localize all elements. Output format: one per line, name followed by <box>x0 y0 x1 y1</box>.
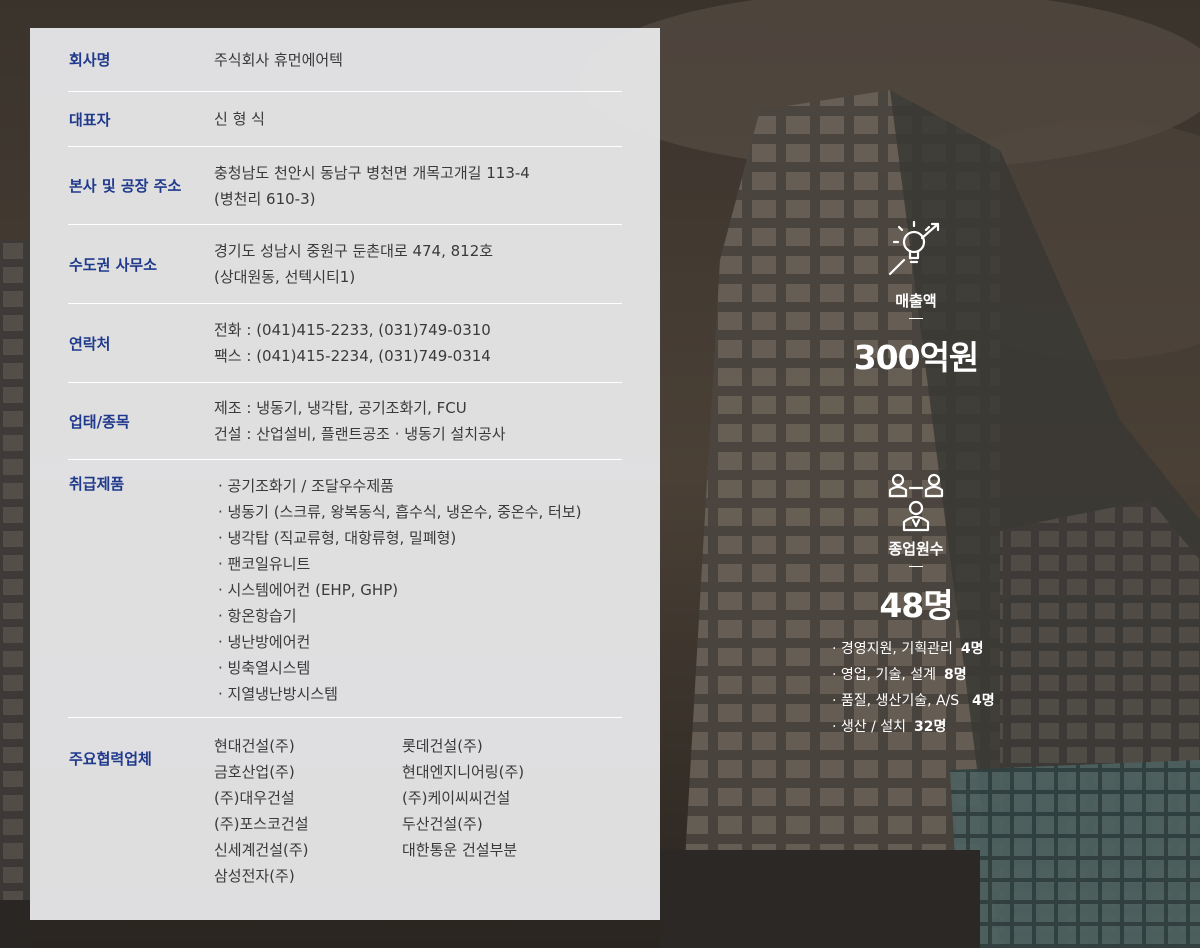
label-partners: 주요협력업체 <box>69 750 152 768</box>
label-business-type: 업태/종목 <box>69 412 130 431</box>
label-ceo: 대표자 <box>69 110 111 129</box>
list-item: (주)포스코건설 <box>214 815 309 833</box>
employee-value: 48명 <box>879 586 953 625</box>
row-hq-address: 본사 및 공장 주소 충청남도 천안시 동남구 병천면 개목고개길 113-4 … <box>68 147 622 225</box>
list-item: · 냉난방에어컨 <box>218 633 311 651</box>
list-item: 삼성전자(주) <box>214 867 295 885</box>
sales-value: 300억원 <box>853 338 980 377</box>
list-item: · 영업, 기술, 설계 8명 <box>832 667 967 683</box>
list-item: 대한통운 건설부분 <box>402 841 518 859</box>
list-item: · 공기조화기 / 조달우수제품 <box>218 477 394 495</box>
label-contact: 연락처 <box>69 334 111 353</box>
list-item: · 경영지원, 기획관리 4명 <box>832 641 984 657</box>
list-item: 신세계건설(주) <box>214 841 309 859</box>
list-item: 롯데건설(주) <box>402 737 483 755</box>
sales-stat: 매출액 300억원 <box>836 218 996 379</box>
lightbulb-icon <box>836 218 996 282</box>
value-metro-office: 경기도 성남시 중원구 둔촌대로 474, 812호 (상대원동, 선텍시티1) <box>214 242 494 286</box>
list-item: · 항온항습기 <box>218 607 297 625</box>
label-hq-address: 본사 및 공장 주소 <box>69 177 182 195</box>
list-item: 금호산업(주) <box>214 763 295 781</box>
sales-title: 매출액 <box>895 292 937 310</box>
list-item: · 시스템에어컨 (EHP, GHP) <box>218 581 399 599</box>
list-item: (주)대우건설 <box>214 789 295 807</box>
row-ceo: 대표자 신 형 식 <box>68 92 622 147</box>
list-item: · 팬코일유니트 <box>218 555 311 573</box>
employee-breakdown: · 경영지원, 기획관리 4명 · 영업, 기술, 설계 8명 · 품질, 생산기술… <box>832 636 995 740</box>
divider <box>909 318 923 319</box>
row-products: 취급제품 · 공기조화기 / 조달우수제품 · 냉동기 (스크류, 왕복동식, … <box>68 460 622 718</box>
list-item: · 냉동기 (스크류, 왕복동식, 흡수식, 냉온수, 중온수, 터보) <box>218 503 582 521</box>
company-info-panel: 회사명 주식회사 휴먼에어텍 대표자 신 형 식 본사 및 공장 주소 충청남도… <box>30 28 660 920</box>
label-metro-office: 수도권 사무소 <box>69 255 158 274</box>
row-company-name: 회사명 주식회사 휴먼에어텍 <box>68 28 622 92</box>
list-item: · 빙축열시스템 <box>218 659 311 677</box>
employee-title: 종업원수 <box>888 540 944 558</box>
list-item: 현대건설(주) <box>214 737 295 755</box>
value-ceo: 신 형 식 <box>214 110 265 128</box>
value-hq-address: 충청남도 천안시 동남구 병천면 개목고개길 113-4 (병천리 610-3) <box>214 163 530 208</box>
product-list: · 공기조화기 / 조달우수제품 · 냉동기 (스크류, 왕복동식, 흡수식, … <box>214 473 582 707</box>
list-item: · 지열냉난방시스템 <box>218 685 338 703</box>
row-metro-office: 수도권 사무소 경기도 성남시 중원구 둔촌대로 474, 812호 (상대원동… <box>68 225 622 304</box>
divider <box>909 566 923 567</box>
list-item: 현대엔지니어링(주) <box>402 763 525 781</box>
list-item: · 생산 / 설치 32명 <box>832 719 947 735</box>
label-company-name: 회사명 <box>69 51 111 69</box>
label-products: 취급제품 <box>69 475 125 493</box>
list-item: · 품질, 생산기술, A/S 4명 <box>832 693 995 709</box>
team-icon <box>836 470 996 536</box>
value-company-name: 주식회사 휴먼에어텍 <box>214 50 343 69</box>
partner-list: 현대건설(주) 롯데건설(주) 금호산업(주) 현대엔지니어링(주) (주)대우… <box>214 733 632 889</box>
value-contact: 전화 : (041)415-2233, (031)749-0310 팩스 : (… <box>214 321 491 365</box>
row-business-type: 업태/종목 제조 : 냉동기, 냉각탑, 공기조화기, FCU 건설 : 산업설… <box>68 383 622 460</box>
employee-stat: 종업원수 48명 <box>836 470 996 627</box>
list-item: · 냉각탑 (직교류형, 대항류형, 밀폐형) <box>218 529 457 547</box>
list-item: (주)케이씨씨건설 <box>402 789 511 807</box>
value-business-type: 제조 : 냉동기, 냉각탑, 공기조화기, FCU 건설 : 산업설비, 플랜트… <box>214 399 506 443</box>
list-item: 두산건설(주) <box>402 815 483 833</box>
row-partners: 주요협력업체 현대건설(주) 롯데건설(주) 금호산업(주) 현대엔지니어링(주… <box>68 718 622 889</box>
row-contact: 연락처 전화 : (041)415-2233, (031)749-0310 팩스… <box>68 304 622 383</box>
